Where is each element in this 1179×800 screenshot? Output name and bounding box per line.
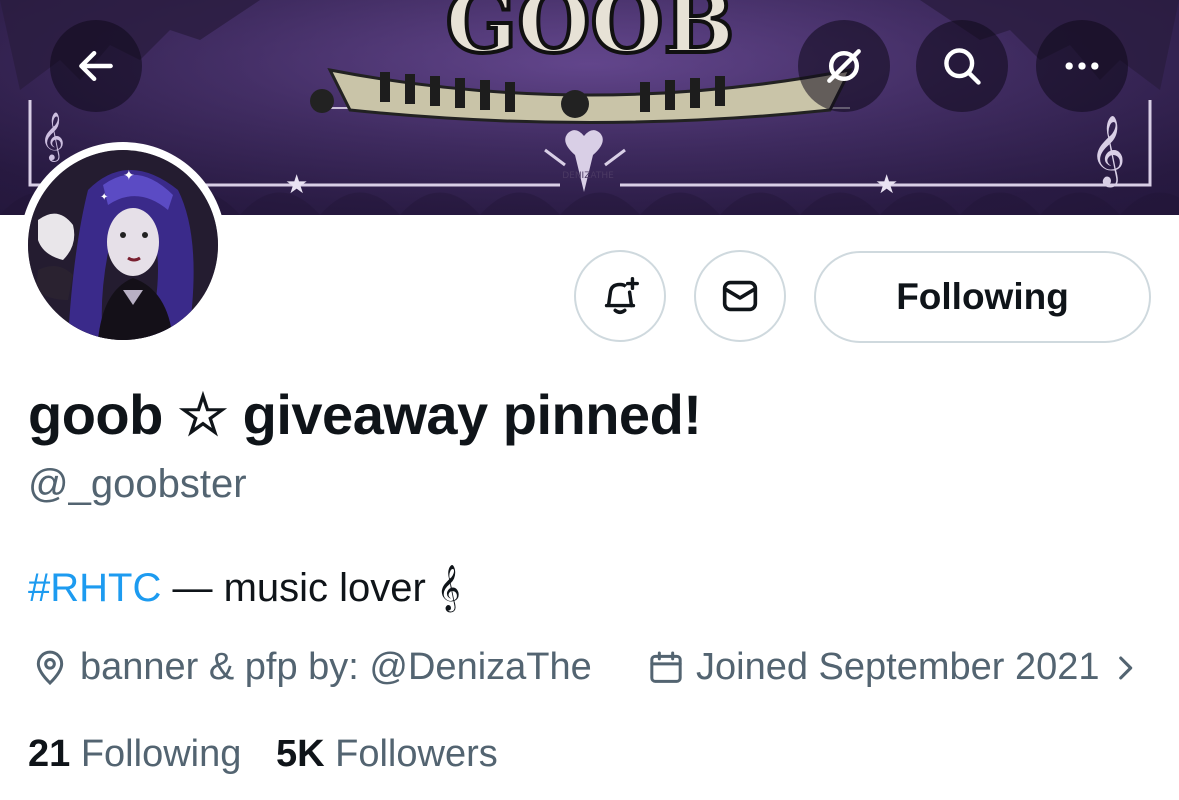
back-button[interactable] — [50, 20, 142, 112]
followers-label: Followers — [324, 733, 498, 775]
slash-circle-icon — [827, 49, 861, 83]
search-button[interactable] — [916, 20, 1008, 112]
following-button[interactable]: Following — [814, 251, 1151, 343]
ellipsis-icon — [1065, 62, 1099, 70]
message-button[interactable] — [694, 250, 786, 342]
svg-text:𝄞: 𝄞 — [1090, 115, 1125, 187]
grok-button[interactable] — [798, 20, 890, 112]
calendar-icon — [650, 651, 682, 683]
notifications-button[interactable] — [574, 250, 666, 342]
following-count-link[interactable]: 21 Following — [28, 733, 241, 776]
search-icon — [944, 48, 981, 85]
location-text: banner & pfp by: @DenizaThe — [80, 646, 592, 688]
svg-text:𝄞: 𝄞 — [40, 111, 65, 162]
svg-text:✦: ✦ — [100, 192, 108, 203]
envelope-icon — [722, 280, 758, 312]
profile-location: banner & pfp by: @DenizaThe — [30, 646, 592, 689]
svg-text:★: ★ — [875, 170, 898, 200]
bio-hashtag-link[interactable]: #RHTC — [28, 566, 161, 610]
bell-plus-icon — [604, 277, 639, 315]
svg-text:DENIZATHE: DENIZATHE — [562, 171, 614, 181]
location-pin-icon — [36, 650, 64, 685]
user-handle: @_goobster — [28, 462, 247, 506]
bio-text: — music lover 𝄞 — [161, 566, 461, 610]
profile-joined[interactable]: Joined September 2021 — [646, 646, 1142, 689]
followers-count-link[interactable]: 5K Followers — [276, 733, 498, 776]
chevron-right-icon — [1118, 656, 1132, 679]
followers-count: 5K — [276, 733, 325, 775]
svg-text:✦: ✦ — [123, 168, 135, 184]
banner-logo: GOOB — [445, 0, 734, 72]
more-button[interactable] — [1036, 20, 1128, 112]
profile-bio: #RHTC — music lover 𝄞 — [28, 566, 461, 611]
arrow-left-icon — [79, 50, 113, 82]
joined-text: Joined September 2021 — [696, 646, 1100, 688]
profile-avatar[interactable]: ✦ ✦ — [20, 142, 226, 348]
display-name: goob ☆ giveaway pinned! — [28, 383, 702, 446]
following-label: Following — [70, 733, 242, 775]
avatar-image: ✦ ✦ — [28, 150, 218, 340]
following-count: 21 — [28, 733, 71, 775]
